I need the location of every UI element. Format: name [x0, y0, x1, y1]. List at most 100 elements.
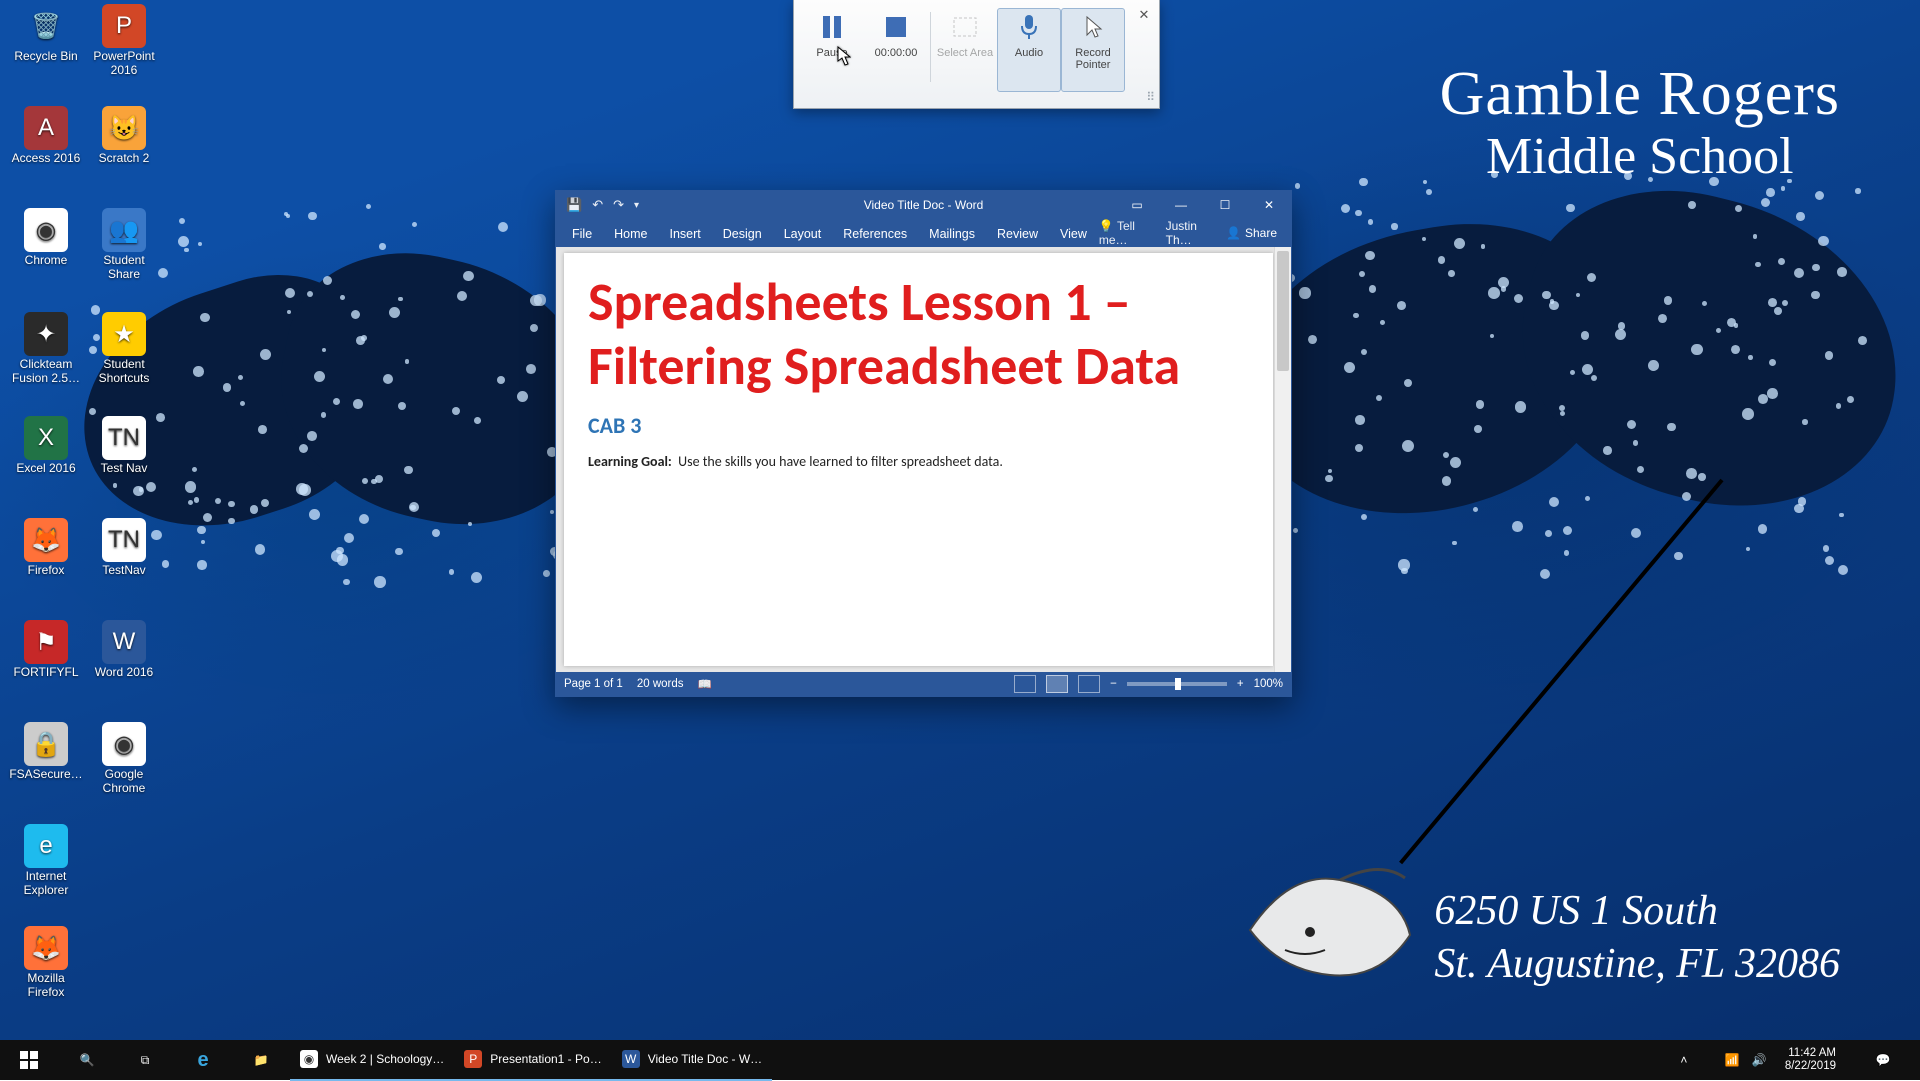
maximize-button[interactable]: ☐ — [1203, 191, 1247, 219]
student-shortcuts-icon: ★ — [102, 312, 146, 356]
desktop-icon-excel-2016[interactable]: XExcel 2016 — [8, 416, 84, 476]
learning-goal-label: Learning Goal: — [588, 453, 672, 470]
tray-volume-icon[interactable]: 🔊 — [1752, 1053, 1767, 1067]
taskbar-file-explorer-icon[interactable]: 📁 — [232, 1040, 290, 1080]
desktop-icon-internet-explorer[interactable]: eInternet Explorer — [8, 824, 84, 898]
close-button[interactable]: ✕ — [1247, 191, 1291, 219]
stop-icon — [882, 13, 910, 41]
document-heading[interactable]: Spreadsheets Lesson 1 – Filtering Spread… — [588, 271, 1249, 398]
recorder-select-area-button: Select Area — [933, 8, 997, 92]
desktop-icon-firefox[interactable]: 🦊Firefox — [8, 518, 84, 578]
word-window[interactable]: 💾 ↶ ↷ ▾ Video Title Doc - Word ▭ — ☐ ✕ F… — [555, 190, 1292, 697]
search-button[interactable]: 🔍 — [58, 1040, 116, 1080]
desktop-icon-testnav[interactable]: TNTestNav — [86, 518, 162, 578]
document-page[interactable]: Spreadsheets Lesson 1 – Filtering Spread… — [564, 253, 1273, 666]
desktop[interactable]: Gamble Rogers Middle School 6250 US 1 So… — [0, 0, 1920, 1080]
task-view-button[interactable]: ⧉ — [116, 1040, 174, 1080]
recorder-audio-button[interactable]: Audio — [997, 8, 1061, 92]
share-label: Share — [1245, 226, 1277, 240]
recorder-close-button[interactable]: ✕ — [1135, 6, 1153, 24]
web-layout-button[interactable] — [1078, 675, 1100, 693]
test-nav-pearson-icon: TN — [102, 416, 146, 460]
desktop-icon-fsasecure[interactable]: 🔒FSASecure… — [8, 722, 84, 782]
desktop-icon-label: FORTIFYFL — [8, 666, 84, 680]
ribbon-tab-insert[interactable]: Insert — [660, 222, 711, 247]
recorder-resize-grip[interactable]: ⠿ — [1146, 90, 1153, 104]
system-tray: ˄ 📶 🔊 11:42 AM 8/22/2019 💬 — [1647, 1040, 1920, 1080]
print-layout-button[interactable] — [1046, 675, 1068, 693]
document-subheading[interactable]: CAB 3 — [588, 412, 1249, 439]
ribbon-tab-mailings[interactable]: Mailings — [919, 222, 985, 247]
desktop-icon-clickteam-fusion[interactable]: ✦Clickteam Fusion 2.5… — [8, 312, 84, 386]
recorder-record-pointer-button[interactable]: Record Pointer — [1061, 8, 1125, 92]
word-icon: W — [622, 1050, 640, 1068]
recorder-stop-button[interactable]: 00:00:00 — [864, 8, 928, 92]
tell-me-search[interactable]: 💡 Tell me… — [1099, 219, 1156, 247]
word-titlebar[interactable]: 💾 ↶ ↷ ▾ Video Title Doc - Word ▭ — ☐ ✕ — [556, 191, 1291, 219]
ribbon-tab-home[interactable]: Home — [604, 222, 657, 247]
share-icon: 👤 — [1226, 226, 1241, 240]
vertical-scrollbar[interactable] — [1274, 247, 1291, 672]
desktop-icon-mozilla-firefox[interactable]: 🦊Mozilla Firefox — [8, 926, 84, 1000]
taskbar-item-label: Video Title Doc - W… — [648, 1052, 762, 1066]
microphone-icon — [1015, 13, 1043, 41]
qat-redo-icon[interactable]: ↷ — [613, 197, 624, 213]
qat-undo-icon[interactable]: ↶ — [592, 197, 603, 213]
qat-customize-icon[interactable]: ▾ — [634, 200, 639, 211]
status-page[interactable]: Page 1 of 1 — [564, 678, 623, 690]
recorder-record-pointer-label: Record Pointer — [1062, 47, 1124, 71]
zoom-slider[interactable] — [1127, 682, 1227, 686]
document-paragraph[interactable]: Learning Goal: Use the skills you have l… — [588, 453, 1249, 470]
tray-network-icon[interactable]: 📶 — [1725, 1053, 1740, 1067]
status-word-count[interactable]: 20 words — [637, 678, 684, 690]
zoom-out-button[interactable]: − — [1110, 678, 1117, 690]
taskbar-edge-icon[interactable]: e — [174, 1040, 232, 1080]
signed-in-user[interactable]: Justin Th… — [1166, 219, 1216, 247]
ribbon-tab-design[interactable]: Design — [713, 222, 772, 247]
taskbar-clock[interactable]: 11:42 AM 8/22/2019 — [1779, 1047, 1842, 1073]
action-center-button[interactable]: 💬 — [1854, 1040, 1912, 1080]
ribbon-tab-view[interactable]: View — [1050, 222, 1097, 247]
desktop-icon-label: Chrome — [8, 254, 84, 268]
desktop-icon-word-2016[interactable]: WWord 2016 — [86, 620, 162, 680]
screen-recorder-toolbar[interactable]: Pause 00:00:00 Select Area Audio Record … — [793, 0, 1160, 109]
desktop-icon-test-nav-pearson[interactable]: TNTest Nav — [86, 416, 162, 476]
desktop-icon-recycle-bin[interactable]: 🗑️Recycle Bin — [8, 4, 84, 64]
start-button[interactable] — [0, 1040, 58, 1080]
pause-icon — [818, 13, 846, 41]
desktop-icon-powerpoint-2016[interactable]: PPowerPoint 2016 — [86, 4, 162, 78]
desktop-icon-fortifyfl[interactable]: ⚑ FORTIFYFL — [8, 620, 84, 680]
taskbar-item-chrome[interactable]: ◉Week 2 | Schoology… — [290, 1039, 454, 1081]
ribbon-tab-layout[interactable]: Layout — [774, 222, 832, 247]
desktop-icon-scratch-2[interactable]: 😺Scratch 2 — [86, 106, 162, 166]
document-area[interactable]: Spreadsheets Lesson 1 – Filtering Spread… — [556, 247, 1291, 672]
qat-save-icon[interactable]: 💾 — [566, 197, 582, 213]
recorder-pause-button[interactable]: Pause — [800, 8, 864, 92]
taskbar-item-word[interactable]: W Video Title Doc - W… — [612, 1039, 772, 1081]
status-proofing-icon[interactable]: 📖 — [698, 677, 712, 691]
zoom-in-button[interactable]: + — [1237, 678, 1244, 690]
desktop-icon-student-shortcuts[interactable]: ★Student Shortcuts — [86, 312, 162, 386]
taskbar[interactable]: 🔍 ⧉ e 📁 ◉Week 2 | Schoology…PPresentatio… — [0, 1040, 1920, 1080]
mozilla-firefox-icon: 🦊 — [24, 926, 68, 970]
share-button[interactable]: 👤 Share — [1226, 226, 1277, 240]
ribbon-tab-file[interactable]: File — [562, 222, 602, 247]
tray-show-hidden-icon[interactable]: ˄ — [1655, 1040, 1713, 1080]
minimize-button[interactable]: — — [1159, 191, 1203, 219]
desktop-icon-access-2016[interactable]: AAccess 2016 — [8, 106, 84, 166]
fortifyfl-icon: ⚑ — [24, 620, 68, 664]
desktop-icon-label: Access 2016 — [8, 152, 84, 166]
zoom-level[interactable]: 100% — [1254, 678, 1283, 690]
read-mode-button[interactable] — [1014, 675, 1036, 693]
scrollbar-thumb[interactable] — [1277, 251, 1289, 371]
ribbon-tab-review[interactable]: Review — [987, 222, 1048, 247]
zoom-slider-knob[interactable] — [1175, 678, 1181, 690]
ribbon-tab-references[interactable]: References — [833, 222, 917, 247]
wallpaper-school-name: Gamble Rogers Middle School — [1440, 60, 1840, 185]
desktop-icon-chrome[interactable]: ◉Chrome — [8, 208, 84, 268]
desktop-icon-student-share[interactable]: 👥Student Share — [86, 208, 162, 282]
desktop-icon-google-chrome[interactable]: ◉Google Chrome — [86, 722, 162, 796]
ribbon-display-options-icon[interactable]: ▭ — [1115, 191, 1159, 219]
firefox-icon: 🦊 — [24, 518, 68, 562]
taskbar-item-powerpoint[interactable]: PPresentation1 - Po… — [454, 1039, 611, 1081]
